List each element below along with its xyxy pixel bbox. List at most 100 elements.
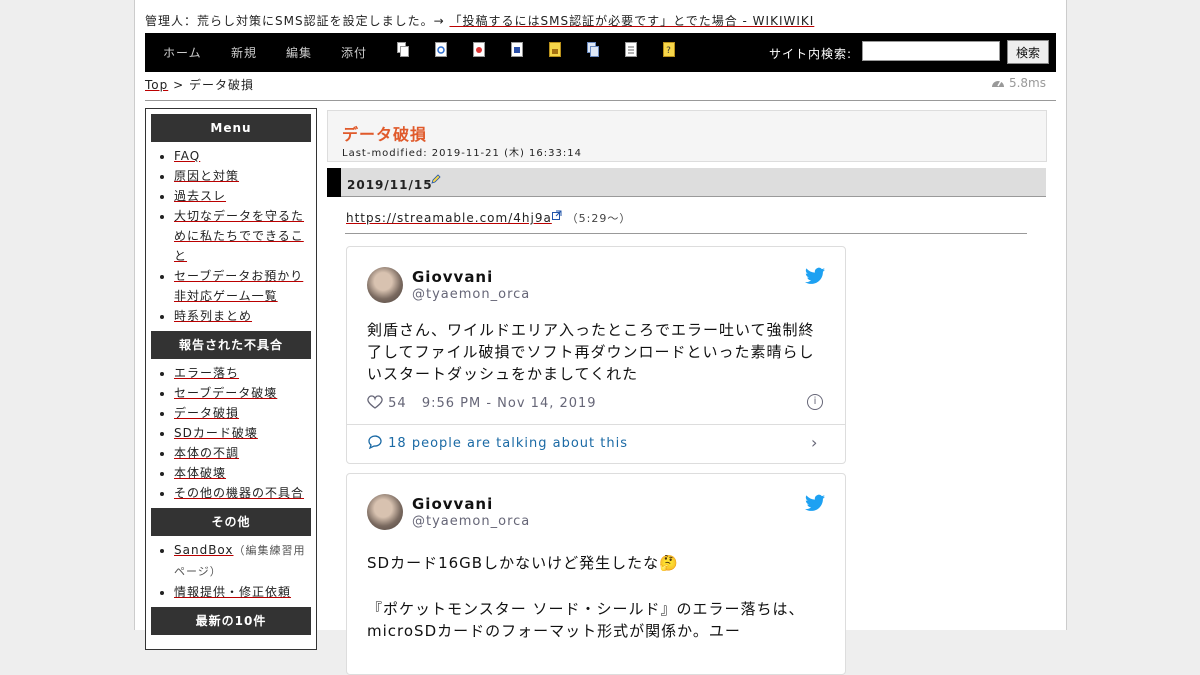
- sidebar-item-past-threads[interactable]: 過去スレ: [174, 189, 226, 203]
- tweet-text: 剣盾さん、ワイルドエリア入ったところでエラー吐いて強制終了してファイル破損でソフ…: [367, 321, 815, 383]
- title-box: データ破損 Last-modified: 2019-11-21 (木) 16:3…: [327, 110, 1047, 162]
- breadcrumb: Top > データ破損: [145, 76, 254, 93]
- page: 管理人：荒らし対策にSMS認証を設定しました。→ 「投稿するにはSMS認証が必要…: [134, 0, 1067, 675]
- sidebar-heading-bugs: 報告された不具合: [151, 331, 311, 359]
- copy-page-icon[interactable]: [397, 42, 409, 57]
- nav-attach[interactable]: 添付: [341, 44, 367, 61]
- nav-new[interactable]: 新規: [231, 44, 257, 61]
- tweet-author-name[interactable]: Giovvani: [412, 268, 493, 286]
- sidebar-item-console-broken[interactable]: 本体破壊: [174, 466, 226, 480]
- sidebar-bugs-list: エラー落ち セーブデータ破壊 データ破損 SDカード破壊 本体の不調 本体破壊 …: [146, 363, 316, 503]
- breadcrumb-current: データ破損: [188, 78, 254, 92]
- sidebar-item-causes[interactable]: 原因と対策: [174, 169, 239, 183]
- link-note: （5:29～）: [566, 212, 632, 225]
- tweet-author-handle[interactable]: @tyaemon_orca: [412, 287, 530, 302]
- notice-text: 管理人：荒らし対策にSMS認証を設定しました。→: [145, 14, 445, 28]
- svg-text:?: ?: [666, 46, 672, 56]
- render-time: 5.8ms: [991, 76, 1046, 90]
- tweet-card[interactable]: Giovvani @tyaemon_orca SDカード16GBしかないけど発生…: [346, 473, 846, 675]
- tweet-meta: 54 9:56 PM - Nov 14, 2019: [367, 395, 597, 411]
- header-divider: [145, 100, 1056, 101]
- sidebar-heading-other: その他: [151, 508, 311, 536]
- comment-icon: [368, 435, 382, 450]
- like-count[interactable]: 54: [388, 396, 407, 411]
- list-icon[interactable]: [587, 42, 599, 57]
- speedometer-icon: [992, 80, 1005, 87]
- backup-icon[interactable]: [511, 42, 523, 57]
- heart-icon[interactable]: [367, 395, 383, 409]
- list-item: 本体の不調: [174, 443, 316, 463]
- breadcrumb-top[interactable]: Top: [145, 78, 168, 92]
- avatar[interactable]: [367, 494, 403, 530]
- list-item: エラー落ち: [174, 363, 316, 383]
- freeze-icon[interactable]: [549, 42, 561, 57]
- list-item: データ破損: [174, 403, 316, 423]
- chevron-right-icon[interactable]: ›: [811, 433, 818, 452]
- sidebar-item-data-corruption[interactable]: データ破損: [174, 406, 239, 420]
- recent-icon[interactable]: [625, 42, 637, 57]
- external-link-icon: [551, 210, 562, 220]
- render-time-value: 5.8ms: [1008, 76, 1046, 90]
- list-item: FAQ: [174, 146, 316, 166]
- list-item: セーブデータお預かり非対応ゲーム一覧: [174, 266, 316, 306]
- sidebar-item-unsupported-games[interactable]: セーブデータお預かり非対応ゲーム一覧: [174, 269, 303, 303]
- tweet-divider: [347, 424, 845, 425]
- sidebar-item-other-devices[interactable]: その他の機器の不具合: [174, 486, 304, 500]
- breadcrumb-separator: >: [173, 78, 185, 92]
- sidebar-heading-menu: Menu: [151, 114, 311, 142]
- list-item: 情報提供・修正依頼: [174, 582, 316, 602]
- list-item: 時系列まとめ: [174, 306, 316, 326]
- notice-link[interactable]: 「投稿するにはSMS認証が必要です」とでた場合 - WIKIWIKI: [449, 14, 814, 28]
- search-label: サイト内検索:: [769, 47, 853, 61]
- tweet-conversation[interactable]: 18 people are talking about this: [367, 435, 628, 451]
- section-heading: 2019/11/15: [327, 168, 1046, 197]
- last-modified: Last-modified: 2019-11-21 (木) 16:33:14: [342, 148, 582, 159]
- reload-icon[interactable]: [435, 42, 447, 57]
- list-item: 本体破壊: [174, 463, 316, 483]
- list-item: その他の機器の不具合: [174, 483, 316, 503]
- section-divider: [345, 233, 1027, 234]
- sidebar-item-error-crash[interactable]: エラー落ち: [174, 366, 239, 380]
- sidebar-item-contact[interactable]: 情報提供・修正依頼: [174, 585, 291, 599]
- sidebar-item-timeline[interactable]: 時系列まとめ: [174, 309, 252, 323]
- tweet-text-article: 『ポケットモンスター ソード・シールド』のエラー落ちは、microSDカードのフ…: [367, 600, 805, 640]
- nav-home[interactable]: ホーム: [163, 44, 202, 61]
- sidebar-item-save-corruption[interactable]: セーブデータ破壊: [174, 386, 277, 400]
- sidebar-item-console-issue[interactable]: 本体の不調: [174, 446, 239, 460]
- twitter-bird-icon[interactable]: [805, 267, 825, 285]
- page-title: データ破損: [342, 125, 428, 144]
- list-item: SandBox（編集練習用ページ）: [174, 540, 316, 582]
- sidebar-item-sandbox[interactable]: SandBox: [174, 543, 234, 557]
- list-item: 原因と対策: [174, 166, 316, 186]
- admin-notice: 管理人：荒らし対策にSMS認証を設定しました。→ 「投稿するにはSMS認証が必要…: [145, 12, 814, 29]
- list-item: 大切なデータを守るために私たちでできること: [174, 206, 316, 266]
- nav-edit[interactable]: 編集: [286, 44, 312, 61]
- navbar: ホーム 新規 編集 添付 ? サイト内検索: 検索: [145, 33, 1056, 72]
- info-icon[interactable]: i: [807, 394, 823, 410]
- list-item: セーブデータ破壊: [174, 383, 316, 403]
- sidebar-other-list: SandBox（編集練習用ページ） 情報提供・修正依頼: [146, 540, 316, 602]
- tweet-author-handle[interactable]: @tyaemon_orca: [412, 514, 530, 529]
- sidebar-item-sd-card[interactable]: SDカード破壊: [174, 426, 258, 440]
- sidebar-menu-list: FAQ 原因と対策 過去スレ 大切なデータを守るために私たちでできること セーブ…: [146, 146, 316, 326]
- tweet-card[interactable]: Giovvani @tyaemon_orca 剣盾さん、ワイルドエリア入ったとこ…: [346, 246, 846, 464]
- sidebar: Menu FAQ 原因と対策 過去スレ 大切なデータを守るために私たちでできるこ…: [145, 108, 317, 650]
- sidebar-heading-recent: 最新の10件: [151, 607, 311, 635]
- tweet-text: SDカード16GBしかないけど発生したな🤔: [367, 554, 679, 572]
- help-icon[interactable]: ?: [663, 42, 675, 57]
- twitter-bird-icon[interactable]: [805, 494, 825, 512]
- streamable-link[interactable]: https://streamable.com/4hj9a: [346, 211, 552, 225]
- heading-bar: [327, 168, 341, 197]
- avatar[interactable]: [367, 267, 403, 303]
- sidebar-item-protect-data[interactable]: 大切なデータを守るために私たちでできること: [174, 209, 304, 263]
- search-input[interactable]: [862, 41, 1000, 61]
- search-button[interactable]: 検索: [1007, 40, 1049, 64]
- diff-icon[interactable]: [473, 42, 485, 57]
- conversation-text[interactable]: 18 people are talking about this: [388, 436, 628, 451]
- tweet-author-name[interactable]: Giovvani: [412, 495, 493, 513]
- edit-pencil-icon[interactable]: [431, 174, 441, 184]
- section-date: 2019/11/15: [347, 178, 433, 192]
- list-item: 過去スレ: [174, 186, 316, 206]
- sidebar-item-faq[interactable]: FAQ: [174, 149, 200, 163]
- tweet-timestamp[interactable]: 9:56 PM - Nov 14, 2019: [422, 396, 597, 411]
